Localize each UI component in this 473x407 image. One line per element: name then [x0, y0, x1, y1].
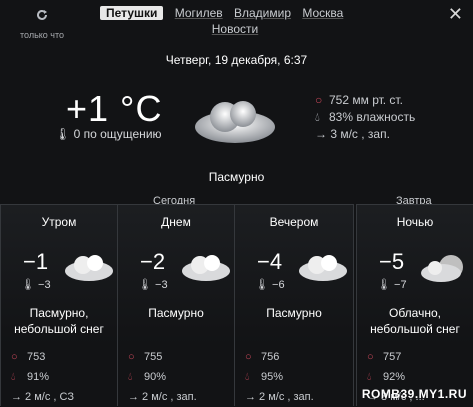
pressure-icon: ○	[11, 351, 18, 363]
pressure-icon: ○	[315, 93, 323, 107]
pressure-icon: ○	[367, 351, 374, 363]
feels-like-text: 0 по ощущению	[73, 127, 162, 141]
snow-cloud-icon	[57, 253, 119, 285]
period-stats: ○ 756 💧︎ 95% → 2 м/с , зап.	[245, 347, 314, 407]
current-stats: ○ 752 мм рт. ст. 💧︎ 83% влажность → 3 м/с …	[315, 92, 415, 143]
tab-city-mogilev[interactable]: Могилев	[175, 6, 223, 20]
period-temp: −2	[140, 249, 166, 274]
feels-like: 🌡︎ 0 по ощущению	[55, 127, 162, 141]
period-morning: Утром −1 🌡︎ −3 Пасмурно, небольшой снег …	[0, 204, 118, 406]
refresh-icon	[35, 8, 49, 22]
period-title: Утром	[41, 215, 77, 229]
period-temp: −4	[257, 249, 283, 274]
period-night: Ночью −5 🌡︎ −7 Облачно, небольшой снег ○…	[356, 204, 473, 406]
period-condition: Облачно, небольшой снег	[370, 306, 460, 336]
period-evening: Вечером −4 🌡︎ −6 Пасмурно ○ 756 💧︎ 95% → 2…	[234, 204, 354, 406]
period-temp: −5	[379, 249, 405, 274]
period-title: Вечером	[269, 215, 319, 229]
period-condition: Пасмурно	[148, 306, 204, 320]
news-link[interactable]: Новости	[100, 22, 370, 36]
period-title: Днем	[161, 215, 191, 229]
pressure-icon: ○	[128, 351, 135, 363]
period-condition: Пасмурно	[266, 306, 322, 320]
period-day: Днем −2 🌡︎ −3 Пасмурно ○ 755 💧︎ 90% → 2 м/…	[117, 204, 235, 406]
refresh-button[interactable]: только что	[12, 6, 72, 43]
period-condition: Пасмурно, небольшой снег	[14, 306, 104, 336]
city-tabs: Петушки Могилев Владимир Москва Новости	[100, 6, 370, 36]
humidity-row: 💧︎ 83% влажность	[315, 110, 416, 124]
wind-row: → 3 м/с , зап.	[315, 127, 390, 141]
humidity-icon: 💧︎	[11, 371, 16, 383]
humidity-icon: 💧︎	[245, 371, 250, 383]
current-condition: Пасмурно	[208, 170, 265, 184]
pressure-icon: ○	[245, 351, 252, 363]
period-stats: ○ 753 💧︎ 91% → 2 м/с , СЗ	[11, 347, 74, 407]
period-temp: −1	[23, 249, 49, 274]
date-time: Четверг, 19 декабря, 6:37	[165, 53, 308, 67]
period-feels: 🌡︎ −6	[255, 279, 285, 291]
humidity-icon: 💧︎	[128, 371, 133, 383]
tab-city-vladimir[interactable]: Владимир	[234, 6, 291, 20]
top-bar: только что Петушки Могилев Владимир Моск…	[0, 0, 473, 44]
close-icon[interactable]: ✕	[448, 4, 463, 25]
overcast-cloud-icon	[180, 92, 290, 152]
period-title: Ночью	[396, 215, 434, 229]
refresh-label: только что	[19, 30, 65, 40]
period-feels: 🌡︎ −7	[377, 279, 407, 291]
watermark: ROMB39.MY1.RU	[361, 387, 467, 401]
pressure-row: ○ 752 мм рт. ст.	[315, 93, 403, 107]
overcast-cloud-icon	[291, 253, 353, 285]
moon-cloud-snow-icon	[413, 253, 473, 285]
humidity-icon: 💧︎	[315, 110, 320, 124]
period-stats: ○ 755 💧︎ 90% → 2 м/с , зап.	[128, 347, 197, 407]
thermometer-icon: 🌡︎	[55, 127, 71, 141]
tab-city-moscow[interactable]: Москва	[302, 6, 343, 20]
period-feels: 🌡︎ −3	[21, 279, 51, 291]
overcast-cloud-icon	[174, 253, 236, 285]
humidity-icon: 💧︎	[367, 371, 372, 383]
tab-city-petushki[interactable]: Петушки	[100, 6, 164, 20]
current-temperature: +1 °C	[66, 88, 163, 129]
period-feels: 🌡︎ −3	[138, 279, 168, 291]
